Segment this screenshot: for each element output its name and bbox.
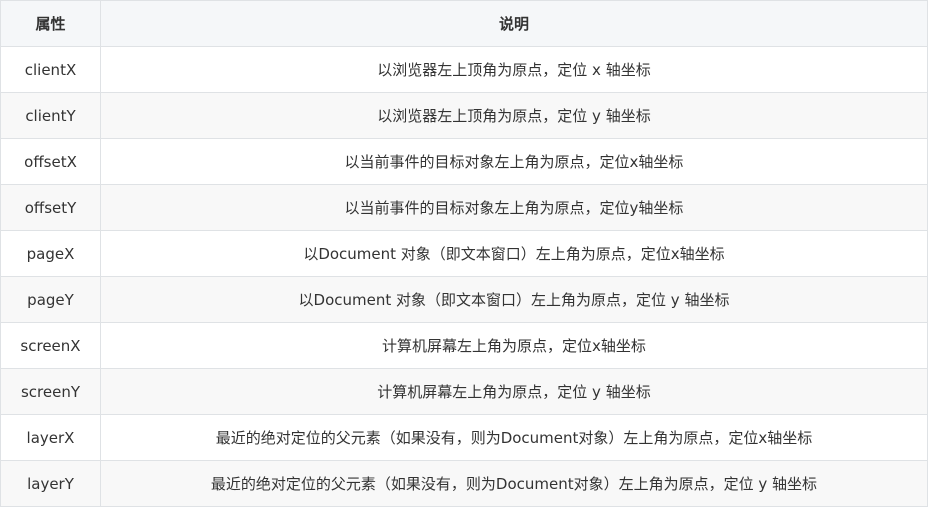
description-cell: 以浏览器左上顶角为原点，定位 x 轴坐标 — [100, 46, 928, 93]
description-cell: 以Document 对象（即文本窗口）左上角为原点，定位 y 轴坐标 — [100, 276, 928, 323]
attribute-cell: offsetY — [0, 184, 101, 231]
description-cell: 以当前事件的目标对象左上角为原点，定位x轴坐标 — [100, 138, 928, 185]
table-row: offsetY 以当前事件的目标对象左上角为原点，定位y轴坐标 — [0, 184, 928, 231]
table-row: pageX 以Document 对象（即文本窗口）左上角为原点，定位x轴坐标 — [0, 230, 928, 277]
attribute-cell: screenY — [0, 368, 101, 415]
attribute-cell: offsetX — [0, 138, 101, 185]
attribute-cell: clientY — [0, 92, 101, 139]
table-row: layerY 最近的绝对定位的父元素（如果没有，则为Document对象）左上角… — [0, 460, 928, 507]
attributes-table: 属性 说明 clientX 以浏览器左上顶角为原点，定位 x 轴坐标 clien… — [0, 0, 928, 507]
table-row: clientY 以浏览器左上顶角为原点，定位 y 轴坐标 — [0, 92, 928, 139]
description-cell: 最近的绝对定位的父元素（如果没有，则为Document对象）左上角为原点，定位 … — [100, 460, 928, 507]
attribute-cell: screenX — [0, 322, 101, 369]
attribute-cell: layerY — [0, 460, 101, 507]
attribute-cell: pageY — [0, 276, 101, 323]
description-cell: 以当前事件的目标对象左上角为原点，定位y轴坐标 — [100, 184, 928, 231]
table-row: layerX 最近的绝对定位的父元素（如果没有，则为Document对象）左上角… — [0, 414, 928, 461]
table-row: screenX 计算机屏幕左上角为原点，定位x轴坐标 — [0, 322, 928, 369]
header-description: 说明 — [100, 0, 928, 47]
description-cell: 最近的绝对定位的父元素（如果没有，则为Document对象）左上角为原点，定位x… — [100, 414, 928, 461]
attributes-table-container: 属性 说明 clientX 以浏览器左上顶角为原点，定位 x 轴坐标 clien… — [0, 0, 928, 513]
attribute-cell: layerX — [0, 414, 101, 461]
table-row: screenY 计算机屏幕左上角为原点，定位 y 轴坐标 — [0, 368, 928, 415]
description-cell: 以浏览器左上顶角为原点，定位 y 轴坐标 — [100, 92, 928, 139]
attribute-cell: clientX — [0, 46, 101, 93]
description-cell: 计算机屏幕左上角为原点，定位 y 轴坐标 — [100, 368, 928, 415]
attribute-cell: pageX — [0, 230, 101, 277]
header-attribute: 属性 — [0, 0, 101, 47]
table-row: clientX 以浏览器左上顶角为原点，定位 x 轴坐标 — [0, 46, 928, 93]
description-cell: 以Document 对象（即文本窗口）左上角为原点，定位x轴坐标 — [100, 230, 928, 277]
table-row: offsetX 以当前事件的目标对象左上角为原点，定位x轴坐标 — [0, 138, 928, 185]
table-header-row: 属性 说明 — [0, 0, 928, 47]
table-row: pageY 以Document 对象（即文本窗口）左上角为原点，定位 y 轴坐标 — [0, 276, 928, 323]
description-cell: 计算机屏幕左上角为原点，定位x轴坐标 — [100, 322, 928, 369]
